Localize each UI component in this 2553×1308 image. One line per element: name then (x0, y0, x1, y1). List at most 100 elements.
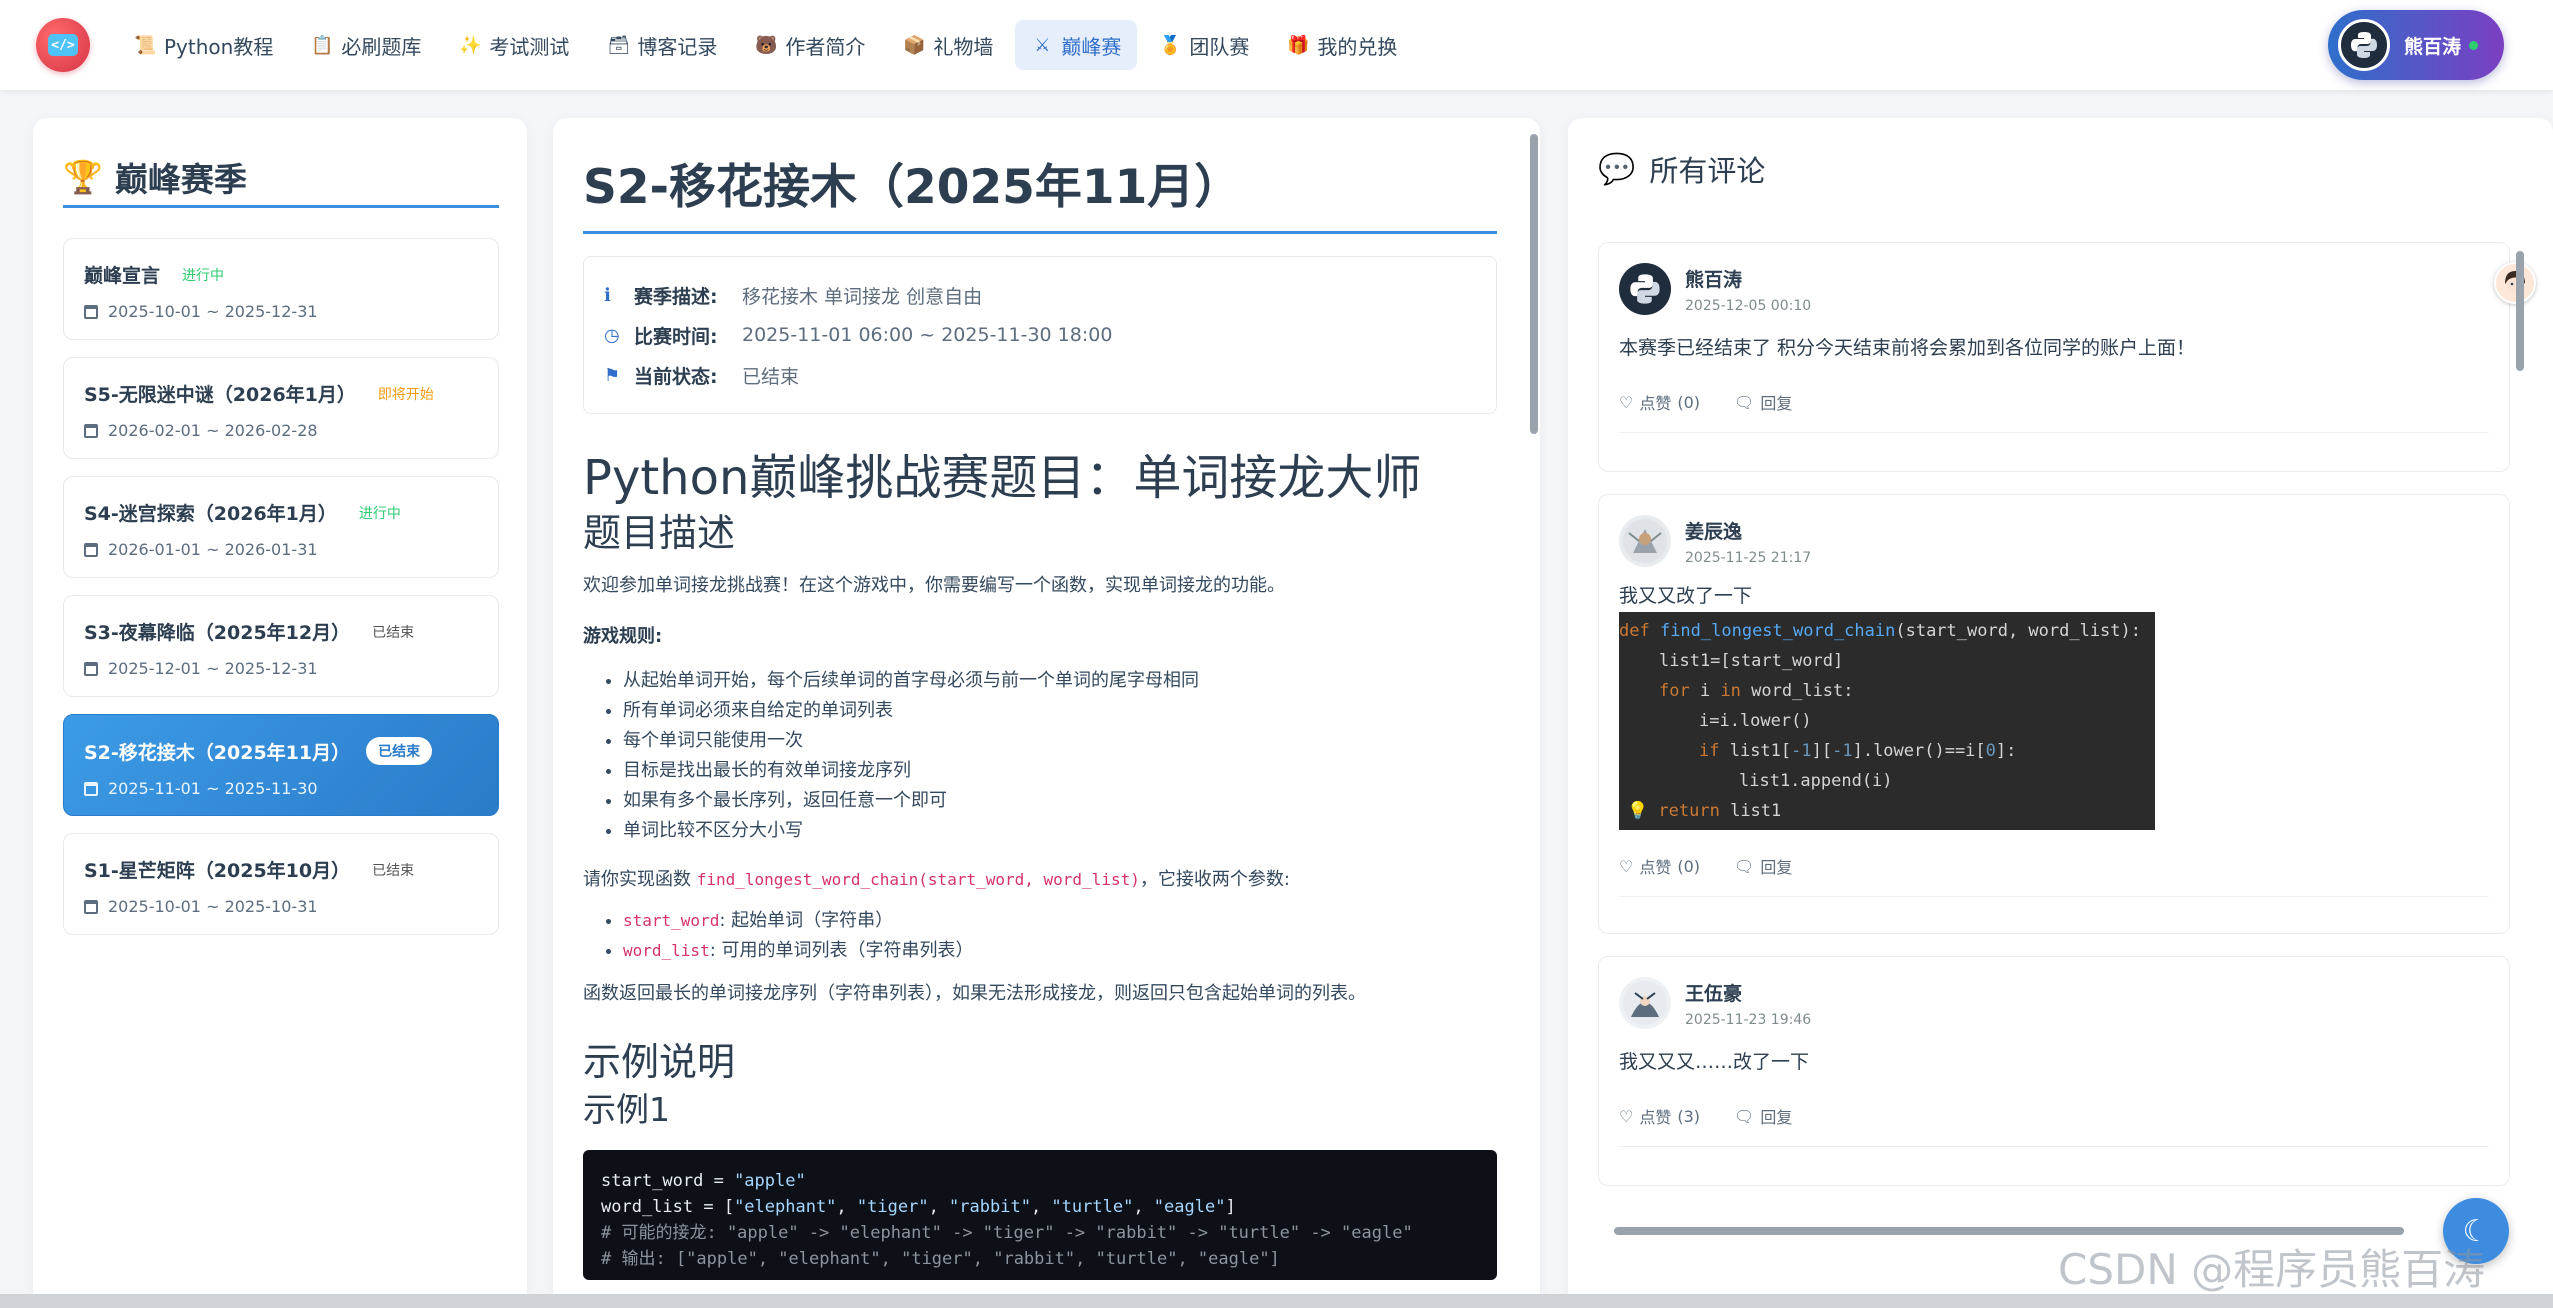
code-token: def (1619, 621, 1660, 641)
comment-time: 2025-11-23 19:46 (1685, 1011, 1812, 1028)
code-line: list1=[start_word] (1659, 651, 1844, 671)
season-item[interactable]: S5-无限迷中谜（2026年1月） 即将开始 2026-02-01 ~ 2026-… (63, 357, 499, 459)
inline-code: find_longest_word_chain(start_word, word… (696, 870, 1140, 889)
medal-icon: 🏅 (1159, 34, 1182, 56)
user-menu-button[interactable]: 熊百涛 (2328, 10, 2504, 80)
like-button[interactable]: ♡ 点赞 (3) (1619, 1104, 1700, 1128)
clock-icon: ◷ (604, 324, 620, 346)
list-item: 单词比较不区分大小写 (623, 816, 1497, 846)
comment-text: 本赛季已经结束了 积分今天结束前将会累加到各位同学的账户上面！ (1619, 337, 2196, 359)
season-item[interactable]: S4-迷宫探索（2026年1月） 进行中 2026-01-01 ~ 2026-01… (63, 476, 499, 578)
comment-code-block: def find_longest_word_chain(start_word, … (1619, 612, 2155, 830)
season-name: S3-夜幕降临（2025年12月） (84, 622, 351, 644)
params-list: start_word: 起始单词（字符串） word_list: 可用的单词列表… (583, 906, 1497, 966)
scrollbar-thumb[interactable] (2516, 251, 2524, 371)
nav-item-label: Python教程 (164, 34, 274, 59)
trophy-icon: 🏆 (63, 157, 103, 196)
comment-author[interactable]: 姜辰逸 (1685, 517, 1811, 544)
like-count: (0) (1677, 392, 1701, 412)
calendar-icon (84, 423, 98, 438)
nav-item-question-bank[interactable]: 📋 必刷题库 (295, 20, 437, 70)
swords-icon: ⚔ (1034, 34, 1051, 56)
comment-text: 我又又又……改了一下 (1619, 1051, 1810, 1073)
scrollbar-thumb[interactable] (1614, 1227, 2404, 1235)
comment-text: 我又又改了一下 (1619, 585, 1753, 607)
comment-author[interactable]: 熊百涛 (1685, 265, 1811, 292)
nav-item-blog[interactable]: 🗃 博客记录 (591, 20, 733, 70)
nav-item-peak-contest[interactable]: ⚔ 巅峰赛 (1015, 20, 1138, 70)
season-item[interactable]: S3-夜幕降临（2025年12月） 已结束 2025-12-01 ~ 2025-1… (63, 595, 499, 697)
return-text: 函数返回最长的单词接龙序列（字符串列表），如果无法形成接龙，则返回只包含起始单词… (583, 983, 1366, 1004)
code-token: (start_word, word_list): (1895, 621, 2141, 641)
season-list: 巅峰宣言 进行中 2025-10-01 ~ 2025-12-31 S5-无限迷中谜… (63, 238, 499, 952)
code-token: i (1689, 681, 1721, 701)
page-title: S2-移花接木（2025年11月） (583, 148, 1497, 234)
window-bottom-scrollbar[interactable] (0, 1294, 2553, 1308)
status-badge: 已结束 (366, 737, 433, 765)
like-button[interactable]: ♡ 点赞 (0) (1619, 390, 1700, 414)
status-badge: 进行中 (182, 267, 225, 284)
nav-item-my-redemptions[interactable]: 🎁 我的兑换 (1271, 20, 1413, 70)
like-button[interactable]: ♡ 点赞 (0) (1619, 854, 1700, 878)
like-count: (3) (1677, 1106, 1701, 1126)
site-logo[interactable]: </> (36, 18, 90, 72)
content-scrollbar[interactable] (1530, 120, 1540, 1290)
code-token: -1 (1791, 741, 1812, 761)
online-status-dot (2469, 40, 2479, 50)
list-item: word_list: 可用的单词列表（字符串列表） (623, 936, 1497, 966)
heart-icon: ♡ (1619, 1106, 1634, 1126)
code-block: start_word = "apple" word_list = ["eleph… (583, 1150, 1497, 1280)
list-item: 从起始单词开始，每个后续单词的首字母必须与前一个单词的尾字母相同 (623, 666, 1497, 696)
bear-icon: 🐻 (755, 34, 778, 56)
python-logo-icon (1630, 274, 1660, 304)
code-token: "elephant" (734, 1197, 837, 1217)
code-token: "turtle" (1051, 1197, 1134, 1217)
nav-item-gift-wall[interactable]: 📦 礼物墙 (887, 20, 1009, 70)
code-comment: # 可能的接龙: "apple" -> "elephant" -> "tiger… (601, 1223, 1413, 1243)
panel-title-text: 巅峰赛季 (114, 159, 247, 199)
code-token: list1[ (1719, 741, 1792, 761)
reply-button[interactable]: 🗨 回复 (1734, 390, 1792, 414)
nav-item-exam[interactable]: ✨ 考试测试 (443, 20, 585, 70)
text-span: : 起始单词（字符串） (719, 910, 894, 931)
reply-button[interactable]: 🗨 回复 (1734, 1104, 1792, 1128)
comment-card: 熊百涛 2025-12-05 00:10 本赛季已经结束了 积分今天结束前将会累加… (1598, 242, 2510, 472)
comments-icon: 💬 (1598, 151, 1636, 187)
reply-label: 回复 (1760, 858, 1793, 877)
season-item[interactable]: S1-星芒矩阵（2025年10月） 已结束 2025-10-01 ~ 2025-1… (63, 833, 499, 935)
info-label: 赛季描述: (634, 285, 718, 308)
nav-item-team-contest[interactable]: 🏅 团队赛 (1143, 20, 1265, 70)
section-heading: 示例说明 (583, 1040, 736, 1084)
season-date: 2025-10-01 ~ 2025-12-31 (108, 302, 318, 321)
scrollbar-thumb[interactable] (1530, 134, 1538, 434)
reply-label: 回复 (1760, 394, 1793, 413)
avatar (1619, 263, 1671, 315)
code-token: word_list: (1740, 681, 1854, 701)
comment-author[interactable]: 王伍豪 (1685, 979, 1811, 1006)
nav-item-label: 作者简介 (785, 34, 866, 59)
avatar (1619, 515, 1671, 567)
code-token: ] (1225, 1197, 1236, 1217)
code-token: for (1659, 681, 1690, 701)
season-item-active[interactable]: S2-移花接木（2025年11月） 已结束 2025-11-01 ~ 2025-1… (63, 714, 499, 816)
season-name: 巅峰宣言 (84, 265, 161, 287)
comment-time: 2025-11-25 21:17 (1685, 549, 1812, 566)
code-token: "eagle" (1153, 1197, 1226, 1217)
season-name: S4-迷宫探索（2026年1月） (84, 503, 337, 525)
calendar-icon (84, 304, 98, 319)
code-icon: </> (48, 34, 78, 56)
box-icon: 📦 (903, 34, 926, 56)
main-nav: 📜 Python教程 📋 必刷题库 ✨ 考试测试 🗃 博客记录 🐻 作者简介 📦 礼物墙 ⚔… (118, 20, 1413, 70)
nav-item-author[interactable]: 🐻 作者简介 (739, 20, 881, 70)
user-name: 熊百涛 (2404, 35, 2462, 58)
list-icon: 📋 (311, 34, 334, 56)
reply-button[interactable]: 🗨 回复 (1734, 854, 1792, 878)
nav-item-python-tutorial[interactable]: 📜 Python教程 (118, 20, 289, 70)
heart-icon: ♡ (1619, 856, 1634, 876)
comments-scrollbar[interactable] (2514, 245, 2526, 1215)
code-token: 0 (1985, 741, 1996, 761)
problem-heading: Python巅峰挑战赛题目：单词接龙大师 (583, 450, 1422, 506)
flag-icon: ⚑ (604, 364, 621, 386)
avatar (2338, 19, 2390, 71)
season-item[interactable]: 巅峰宣言 进行中 2025-10-01 ~ 2025-12-31 (63, 238, 499, 340)
